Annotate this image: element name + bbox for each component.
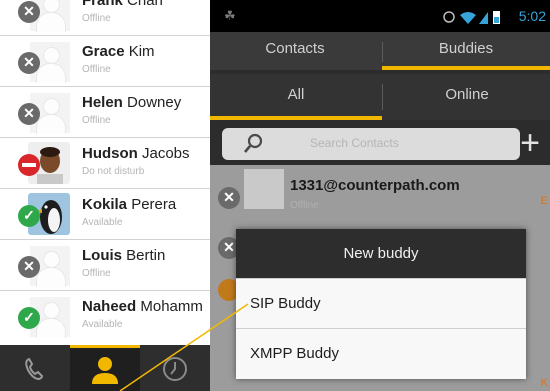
history-tab[interactable] bbox=[140, 345, 210, 391]
bottom-nav-bar bbox=[0, 345, 210, 391]
contact-row-helen-downey[interactable]: ✕ Helen Downey Offline bbox=[0, 87, 210, 138]
phone-icon bbox=[25, 357, 44, 381]
contact-status: Offline bbox=[82, 64, 111, 75]
offline-status-icon: ✕ bbox=[18, 52, 40, 74]
sub-tab-bar: All Online bbox=[210, 74, 550, 120]
xmpp-buddy-option[interactable]: XMPP Buddy bbox=[236, 328, 526, 379]
signal-battery-icons bbox=[443, 11, 500, 24]
contact-row-louis-bertin[interactable]: ✕ Louis Bertin Offline bbox=[0, 240, 210, 291]
contact-status: Available bbox=[82, 319, 123, 330]
contact-status: Offline bbox=[82, 268, 111, 279]
tab-divider bbox=[382, 84, 383, 110]
tab-all[interactable]: All bbox=[210, 74, 382, 120]
contact-name: Hudson Jacobs bbox=[82, 145, 190, 162]
alphabet-index[interactable]: E K bbox=[536, 165, 548, 391]
contacts-tab[interactable] bbox=[70, 345, 140, 391]
index-letter[interactable]: K bbox=[541, 377, 548, 389]
contact-name: Helen Downey bbox=[82, 94, 182, 111]
buddy-name: 1331@counterpath.com bbox=[290, 177, 460, 194]
contact-row-naheed-mohamm[interactable]: ✓ Naheed Mohamm Available bbox=[0, 291, 210, 342]
offline-status-icon: ✕ bbox=[18, 103, 40, 125]
dialog-title: New buddy bbox=[236, 229, 526, 278]
tab-contacts[interactable]: Contacts bbox=[210, 32, 380, 70]
buddies-screen: ☘ 5:02 Contacts Buddies All Online Searc… bbox=[210, 0, 550, 391]
contact-status: Offline bbox=[82, 13, 111, 24]
search-placeholder: Search Contacts bbox=[310, 136, 399, 150]
contact-status: Available bbox=[82, 217, 123, 228]
status-bar: ☘ 5:02 bbox=[210, 0, 550, 32]
tab-online[interactable]: Online bbox=[384, 74, 550, 120]
notification-icon: ☘ bbox=[224, 8, 236, 23]
history-clock-icon bbox=[163, 357, 187, 381]
search-input[interactable]: Search Contacts bbox=[222, 128, 520, 160]
contact-name: Louis Bertin bbox=[82, 247, 166, 264]
search-icon bbox=[244, 133, 263, 153]
tab-buddies[interactable]: Buddies bbox=[382, 32, 550, 70]
contact-row-grace-kim[interactable]: ✕ Grace Kim Offline bbox=[0, 36, 210, 87]
buddy-row[interactable]: ✕ 1331@counterpath.com Offline bbox=[210, 165, 535, 225]
contacts-list-panel: ✕ Frank Chan Offline ✕ Grace Kim Offline… bbox=[0, 0, 210, 391]
available-status-icon: ✓ bbox=[18, 205, 40, 227]
add-buddy-button[interactable]: + bbox=[512, 124, 548, 162]
contact-name: Naheed Mohamm bbox=[82, 298, 203, 315]
contact-status: Offline bbox=[82, 115, 111, 126]
contacts-person-icon bbox=[92, 357, 118, 384]
top-tab-bar: Contacts Buddies bbox=[210, 32, 550, 70]
default-avatar bbox=[244, 169, 284, 209]
contact-row-frank-chan[interactable]: ✕ Frank Chan Offline bbox=[0, 0, 210, 36]
sip-buddy-option[interactable]: SIP Buddy bbox=[236, 278, 526, 328]
contact-name: Frank Chan bbox=[82, 0, 163, 9]
buddy-status: Offline bbox=[290, 200, 319, 211]
contact-row-hudson-jacobs[interactable]: Hudson Jacobs Do not disturb bbox=[0, 138, 210, 189]
offline-status-icon: ✕ bbox=[18, 1, 40, 23]
new-buddy-dialog: New buddy SIP Buddy XMPP Buddy bbox=[236, 229, 526, 379]
contact-row-kokila-perera[interactable]: ✓ Kokila Perera Available bbox=[0, 189, 210, 240]
contact-status: Do not disturb bbox=[82, 166, 145, 177]
phone-tab[interactable] bbox=[0, 345, 70, 391]
offline-status-icon: ✕ bbox=[18, 256, 40, 278]
clock: 5:02 bbox=[518, 8, 546, 24]
do-not-disturb-icon bbox=[18, 154, 40, 176]
contact-name: Kokila Perera bbox=[82, 196, 177, 213]
available-status-icon: ✓ bbox=[18, 307, 40, 329]
index-letter[interactable]: E bbox=[541, 195, 548, 207]
contact-name: Grace Kim bbox=[82, 43, 155, 60]
offline-status-icon: ✕ bbox=[218, 187, 240, 209]
